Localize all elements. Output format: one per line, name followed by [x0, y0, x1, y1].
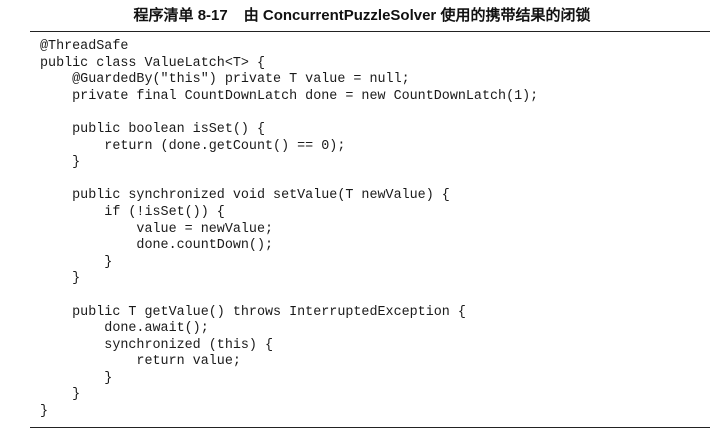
code-line: public T getValue() throws InterruptedEx…: [40, 304, 466, 320]
code-line: }: [40, 254, 113, 270]
code-line: return value;: [40, 354, 241, 370]
code-line: }: [40, 387, 81, 403]
code-line: private final CountDownLatch done = new …: [40, 88, 539, 104]
code-line: }: [40, 404, 49, 420]
code-line: return (done.getCount() == 0);: [40, 138, 346, 154]
code-listing: @ThreadSafe public class ValueLatch<T> { …: [40, 39, 700, 421]
listing-caption: 由 ConcurrentPuzzleSolver 使用的携带结果的闭锁: [243, 7, 591, 24]
code-line: synchronized (this) {: [40, 337, 274, 353]
code-line: public class ValueLatch<T> {: [40, 55, 265, 71]
listing-label: 程序清单 8-17: [133, 7, 228, 24]
code-line: public boolean isSet() {: [40, 121, 265, 137]
code-line: }: [40, 271, 81, 287]
listing-title: 程序清单 8-17 由 ConcurrentPuzzleSolver 使用的携带结…: [0, 7, 724, 25]
code-line: done.countDown();: [40, 238, 274, 254]
code-line: @GuardedBy("this") private T value = nul…: [40, 72, 410, 88]
code-line: }: [40, 370, 113, 386]
bottom-rule: [30, 427, 710, 428]
top-rule: [30, 31, 710, 32]
code-line: done.await();: [40, 321, 209, 337]
code-line: public synchronized void setValue(T newV…: [40, 188, 450, 204]
code-line: @ThreadSafe: [40, 39, 129, 54]
code-line: if (!isSet()) {: [40, 204, 225, 220]
code-line: }: [40, 155, 81, 171]
code-line: value = newValue;: [40, 221, 274, 237]
